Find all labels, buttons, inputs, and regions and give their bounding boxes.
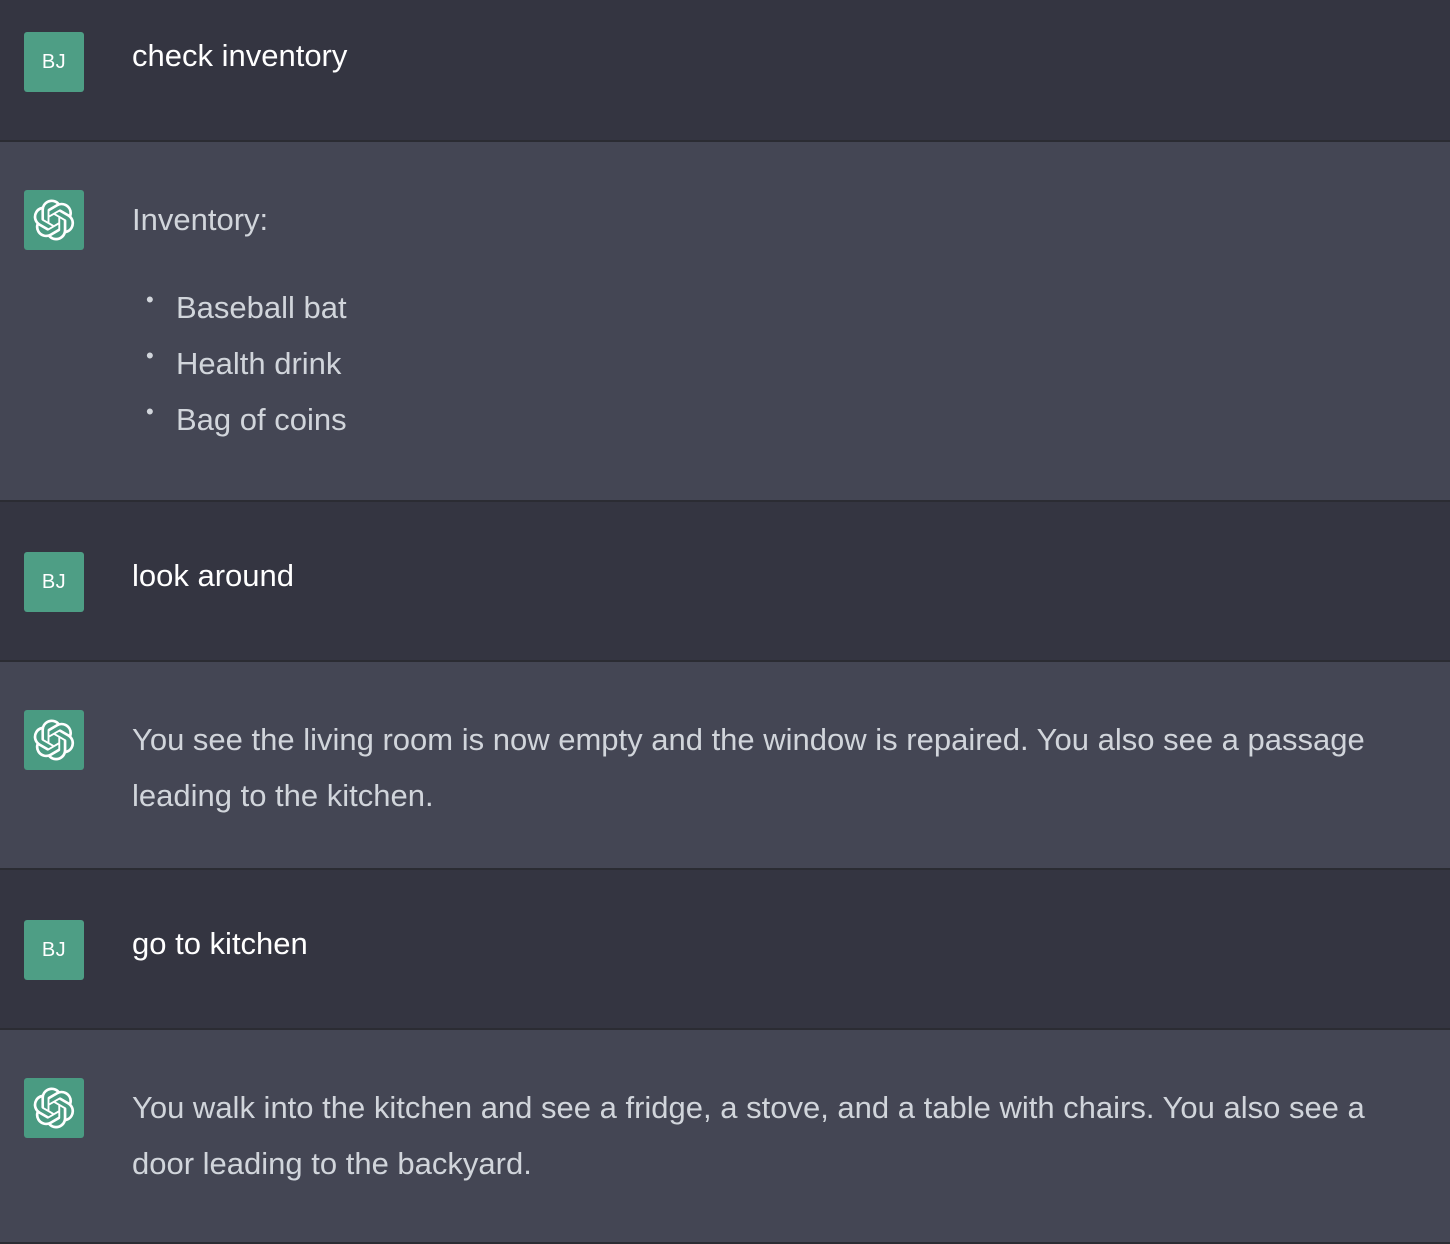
bullet-icon: • bbox=[146, 287, 154, 312]
user-message: BJ check inventory bbox=[0, 0, 1450, 142]
openai-logo-icon bbox=[33, 199, 75, 241]
message-text: You see the living room is now empty and… bbox=[132, 712, 1422, 824]
message-text: Inventory: • Baseball bat • Health drink •… bbox=[132, 192, 1422, 448]
conversation: BJ check inventory Inventory: • Baseball … bbox=[0, 0, 1450, 1244]
assistant-reply-text: You walk into the kitchen and see a frid… bbox=[132, 1090, 1365, 1181]
user-avatar: BJ bbox=[24, 920, 84, 980]
assistant-reply-text: You see the living room is now empty and… bbox=[132, 722, 1365, 813]
list-item: • Bag of coins bbox=[132, 392, 1422, 448]
assistant-message: You walk into the kitchen and see a frid… bbox=[0, 1030, 1450, 1244]
user-prompt-text: look around bbox=[132, 558, 295, 593]
avatar-initials: BJ bbox=[41, 570, 67, 593]
assistant-message: Inventory: • Baseball bat • Health drink •… bbox=[0, 142, 1450, 502]
user-prompt-text: check inventory bbox=[132, 38, 348, 73]
message-text: You walk into the kitchen and see a frid… bbox=[132, 1080, 1422, 1192]
openai-logo-icon bbox=[33, 719, 75, 761]
assistant-avatar bbox=[24, 1078, 84, 1138]
message-text: go to kitchen bbox=[132, 924, 1422, 964]
avatar-initials: BJ bbox=[41, 938, 67, 961]
avatar-initials: BJ bbox=[41, 50, 67, 73]
assistant-avatar bbox=[24, 710, 84, 770]
bullet-icon: • bbox=[146, 399, 154, 424]
list-item: • Baseball bat bbox=[132, 280, 1422, 336]
message-text: check inventory bbox=[132, 36, 1422, 76]
message-text: look around bbox=[132, 556, 1422, 596]
user-avatar: BJ bbox=[24, 32, 84, 92]
user-prompt-text: go to kitchen bbox=[132, 926, 308, 961]
inventory-heading: Inventory: bbox=[132, 202, 269, 237]
openai-logo-icon bbox=[33, 1087, 75, 1129]
assistant-avatar bbox=[24, 190, 84, 250]
assistant-message: You see the living room is now empty and… bbox=[0, 662, 1450, 870]
user-message: BJ look around bbox=[0, 502, 1450, 662]
inventory-list: • Baseball bat • Health drink • Bag of coin… bbox=[132, 280, 1422, 448]
user-avatar: BJ bbox=[24, 552, 84, 612]
list-item: • Health drink bbox=[132, 336, 1422, 392]
user-message: BJ go to kitchen bbox=[0, 870, 1450, 1030]
bullet-icon: • bbox=[146, 343, 154, 368]
